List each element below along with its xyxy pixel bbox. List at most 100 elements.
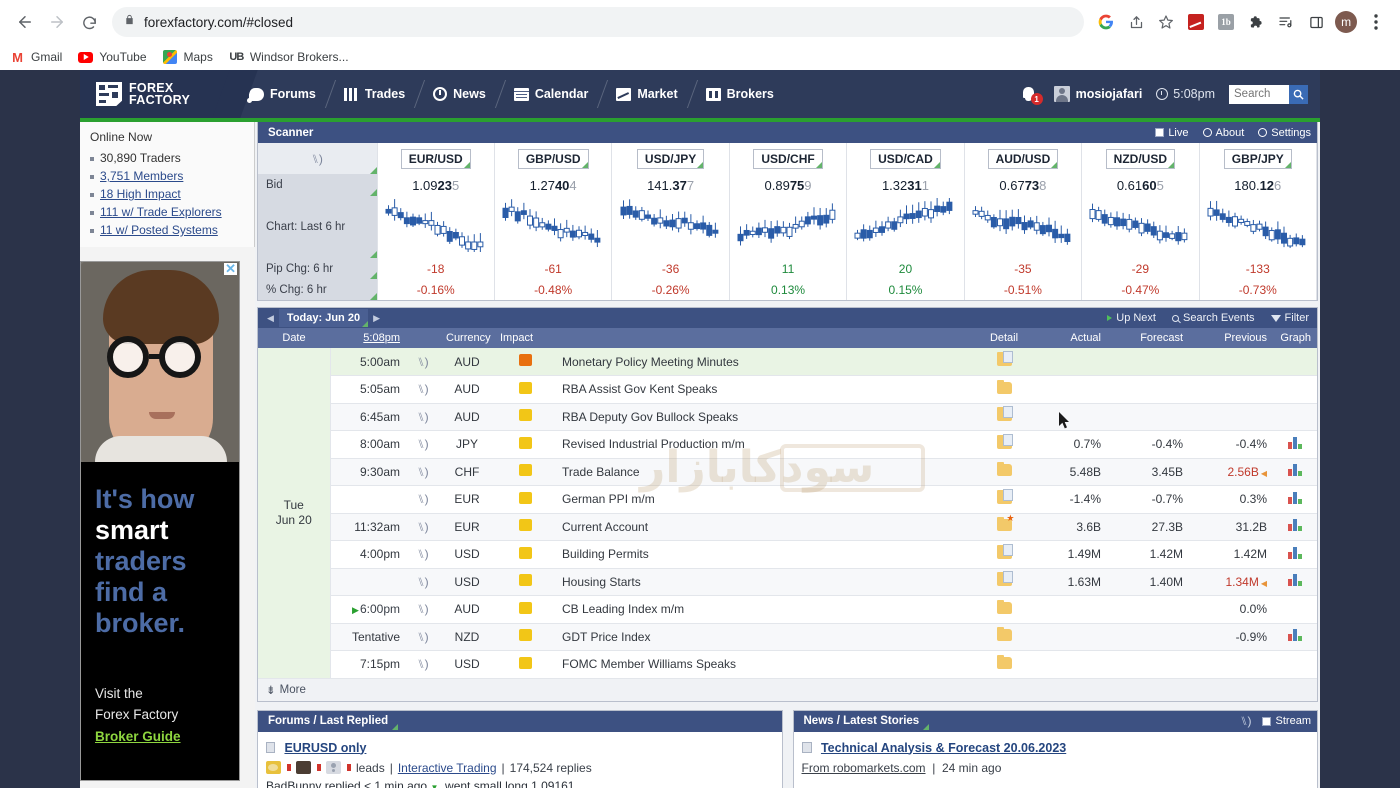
reading-list-icon[interactable]: [1272, 8, 1300, 36]
event-title[interactable]: Revised Industrial Production m/m: [556, 430, 973, 459]
list-item[interactable]: 3,751 Members: [80, 167, 254, 185]
ad-cta-link[interactable]: Broker Guide: [95, 726, 225, 747]
event-speaker-button[interactable]: ⑊): [406, 513, 440, 541]
share-icon[interactable]: [1122, 8, 1150, 36]
nav-item-news[interactable]: News: [419, 70, 500, 118]
event-graph-button[interactable]: [1273, 540, 1317, 569]
event-detail-button[interactable]: [973, 403, 1035, 431]
event-graph-button[interactable]: [1273, 430, 1317, 459]
news-item[interactable]: Technical Analysis & Forecast 20.06.2023: [801, 739, 1310, 757]
scanner-settings-button[interactable]: Settings: [1258, 127, 1311, 139]
event-impact[interactable]: [494, 375, 556, 404]
site-logo[interactable]: FOREX FACTORY: [80, 70, 235, 118]
event-title[interactable]: Current Account: [556, 513, 973, 541]
event-speaker-button[interactable]: ⑊): [406, 403, 440, 431]
event-speaker-button[interactable]: ⑊): [406, 650, 440, 679]
event-impact[interactable]: [494, 430, 556, 459]
table-row[interactable]: 5:05am ⑊) AUD RBA Assist Gov Kent Speaks: [258, 375, 1317, 404]
event-detail-button[interactable]: [973, 513, 1035, 541]
bookmark-windsor-brokers[interactable]: UB Windsor Brokers...: [229, 50, 348, 65]
calendar-today-chip[interactable]: Today: Jun 20: [278, 309, 369, 327]
event-speaker-button[interactable]: ⑊): [406, 568, 440, 596]
online-stat-link[interactable]: 11 w/ Posted Systems: [100, 223, 218, 237]
event-title[interactable]: FOMC Member Williams Speaks: [556, 650, 973, 679]
event-title[interactable]: Monetary Policy Meeting Minutes: [556, 348, 973, 376]
scanner-live-toggle[interactable]: Live: [1155, 127, 1189, 139]
site-search[interactable]: [1229, 84, 1308, 104]
event-graph-button[interactable]: [1273, 458, 1317, 486]
event-title[interactable]: RBA Deputy Gov Bullock Speaks: [556, 403, 973, 431]
event-detail-button[interactable]: [973, 375, 1035, 404]
1b-extension-icon[interactable]: 1b: [1212, 8, 1240, 36]
event-impact[interactable]: [494, 540, 556, 569]
event-impact[interactable]: [494, 568, 556, 596]
calendar-prev-button[interactable]: ◀: [262, 313, 279, 324]
online-stat-link[interactable]: 18 High Impact: [100, 187, 181, 201]
speaker-icon[interactable]: ⑊): [1240, 714, 1251, 728]
event-impact[interactable]: [494, 458, 556, 486]
extensions-puzzle-icon[interactable]: [1242, 8, 1270, 36]
list-item[interactable]: 18 High Impact: [80, 185, 254, 203]
server-time[interactable]: 5:08pm: [1156, 87, 1215, 101]
bookmark-youtube[interactable]: YouTube: [78, 50, 147, 65]
event-graph-button[interactable]: [1273, 513, 1317, 541]
side-panel-icon[interactable]: [1302, 8, 1330, 36]
event-title[interactable]: RBA Assist Gov Kent Speaks: [556, 375, 973, 404]
scanner-pair-usd-jpy[interactable]: USD/JPY: [611, 143, 730, 174]
news-source-link[interactable]: From robomarkets.com: [802, 761, 926, 775]
user-menu[interactable]: mosiojafari: [1053, 86, 1142, 102]
google-icon[interactable]: [1092, 8, 1120, 36]
table-row[interactable]: 6:45am ⑊) AUD RBA Deputy Gov Bullock Speaks: [258, 403, 1317, 431]
nav-item-market[interactable]: Market: [602, 70, 691, 118]
news-headline[interactable]: Technical Analysis & Forecast 20.06.2023: [821, 741, 1066, 755]
table-row[interactable]: 11:32am ⑊) EUR Current Account 3.6B27.3B31.2…: [258, 513, 1317, 541]
scanner-pair-gbp-usd[interactable]: GBP/USD: [494, 143, 613, 174]
search-button[interactable]: [1289, 84, 1308, 104]
thread-title[interactable]: EURUSD only: [284, 741, 366, 755]
calendar-more-button[interactable]: ⇟ More: [258, 678, 1317, 701]
event-title[interactable]: CB Leading Index m/m: [556, 595, 973, 624]
scanner-pair-aud-usd[interactable]: AUD/USD: [964, 143, 1083, 174]
event-speaker-button[interactable]: ⑊): [406, 348, 440, 376]
scanner-pair-usd-chf[interactable]: USD/CHF: [729, 143, 848, 174]
ad-close-icon[interactable]: ✕: [224, 262, 237, 275]
reload-button[interactable]: [74, 7, 104, 37]
up-next-button[interactable]: Up Next: [1107, 312, 1156, 324]
event-title[interactable]: Building Permits: [556, 540, 973, 569]
table-row[interactable]: ⑊) USD Housing Starts 1.63M 1.40M 1.34M ◀: [258, 568, 1317, 596]
sidebar-advertisement[interactable]: ✕ It's how smart traders find a broker.: [80, 261, 240, 781]
event-title[interactable]: GDT Price Index: [556, 623, 973, 651]
scanner-pair-eur-usd[interactable]: EUR/USD: [377, 143, 495, 174]
table-row[interactable]: Tentative ⑊) NZD GDT Price Index -0.9%: [258, 623, 1317, 651]
table-row[interactable]: 4:00pm ⑊) USD Building Permits 1.49M 1.42M 1.4…: [258, 540, 1317, 569]
nav-item-calendar[interactable]: Calendar: [500, 70, 603, 118]
event-speaker-button[interactable]: ⑊): [406, 430, 440, 459]
news-stream-toggle[interactable]: Stream: [1261, 715, 1311, 727]
bookmark-star-icon[interactable]: [1152, 8, 1180, 36]
online-stat-link[interactable]: 111 w/ Trade Explorers: [100, 205, 222, 219]
chart-extension-icon[interactable]: [1182, 8, 1210, 36]
event-speaker-button[interactable]: ⑊): [406, 595, 440, 624]
event-impact[interactable]: [494, 595, 556, 624]
col-time[interactable]: 5:08pm: [330, 328, 406, 348]
thread-category-link[interactable]: Interactive Trading: [398, 761, 497, 775]
event-detail-button[interactable]: [973, 430, 1035, 459]
nav-item-brokers[interactable]: Brokers: [692, 70, 788, 118]
event-detail-button[interactable]: [973, 595, 1035, 624]
search-input[interactable]: [1229, 84, 1289, 104]
list-item[interactable]: 11 w/ Posted Systems: [80, 221, 254, 239]
event-graph-button[interactable]: [1273, 623, 1317, 651]
profile-avatar[interactable]: m: [1332, 8, 1360, 36]
event-detail-button[interactable]: [973, 623, 1035, 651]
event-speaker-button[interactable]: ⑊): [406, 458, 440, 486]
table-row[interactable]: ▶6:00pm ⑊) AUD CB Leading Index m/m 0.0%: [258, 595, 1317, 624]
scanner-about-button[interactable]: About: [1202, 127, 1244, 139]
list-item[interactable]: 111 w/ Trade Explorers: [80, 203, 254, 221]
chrome-menu-icon[interactable]: [1362, 8, 1390, 36]
search-events-button[interactable]: Search Events: [1172, 312, 1255, 324]
address-bar[interactable]: forexfactory.com/#closed: [112, 7, 1084, 37]
event-impact[interactable]: [494, 650, 556, 679]
event-detail-button[interactable]: [973, 540, 1035, 569]
online-stat-link[interactable]: 3,751 Members: [100, 169, 183, 183]
event-detail-button[interactable]: [973, 348, 1035, 376]
